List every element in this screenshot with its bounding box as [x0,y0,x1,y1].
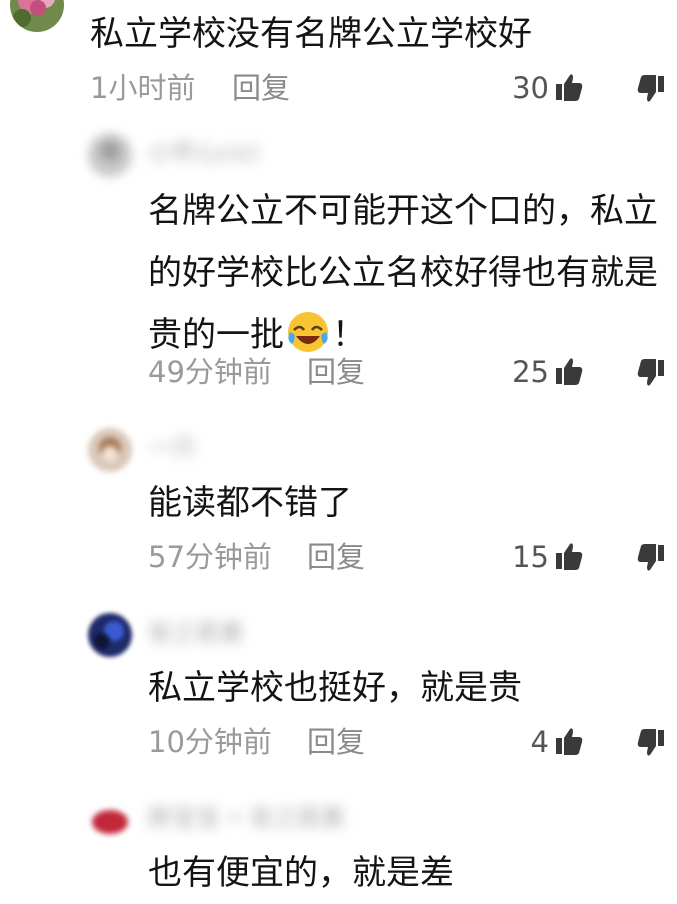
thumb-up-icon[interactable] [555,356,583,386]
reply-button[interactable]: 回复 [232,68,290,108]
comment-time: 57分钟前 [148,540,272,574]
like-count: 4 [530,725,549,759]
comment-meta: 49分钟前 回复 25 [0,352,677,392]
username[interactable]: 小乔心cici [148,139,260,167]
comment-item: 私立学校没有名牌公立学校好 1小时前 回复 30 [0,0,677,110]
avatar-image [88,428,132,472]
comment-meta: 1小时前 回复 30 [0,68,677,108]
comment-text: 能读都不错了 [148,483,352,523]
comment-text: 也有便宜的，就是差 [148,853,454,893]
comment-time: 10分钟前 [148,725,272,759]
thumb-down-icon[interactable] [637,74,665,104]
thumb-down-icon[interactable] [637,728,665,758]
comment-text: 私立学校也挺好，就是贵 [148,668,522,708]
avatar-image [88,798,132,842]
reply-item: 小乔心cici 名牌公立不可能开这个口的，私立 的好学校比公立名校好得也有就是 … [0,125,677,405]
thumb-up-icon[interactable] [555,541,583,571]
comment-text: 私立学校没有名牌公立学校好 [90,14,532,54]
avatar[interactable] [88,428,132,472]
avatar[interactable] [88,798,132,842]
avatar-image [88,133,132,177]
reply-item: 一只 能读都不错了 57分钟前 回复 15 [0,420,677,590]
thumb-down-icon[interactable] [637,543,665,573]
like-count: 25 [512,355,549,389]
avatar[interactable] [88,613,132,657]
comment-text: 名牌公立不可能开这个口的，私立 的好学校比公立名校好得也有就是 贵的一批 ！ [148,191,658,355]
comment-time: 49分钟前 [148,355,272,389]
thumb-down-icon[interactable] [637,358,665,388]
comment-meta: 10分钟前 回复 4 [0,722,677,762]
avatar[interactable] [88,133,132,177]
username[interactable]: 胖宝宝 • 安之若素 [148,804,345,832]
reply-item: 胖宝宝 • 安之若素 也有便宜的，就是差 [0,790,677,893]
username[interactable]: 安之若素 [148,619,244,647]
like-count: 15 [512,540,549,574]
like-count: 30 [512,71,549,105]
reply-button[interactable]: 回复 [307,722,365,762]
avatar-image [88,613,132,657]
thumb-up-icon[interactable] [555,726,583,756]
thumb-up-icon[interactable] [555,72,583,102]
comment-meta: 57分钟前 回复 15 [0,537,677,577]
username[interactable]: 一只 [148,434,196,462]
comment-time: 1小时前 [90,71,196,105]
reply-button[interactable]: 回复 [307,352,365,392]
reply-item: 安之若素 私立学校也挺好，就是贵 10分钟前 回复 4 [0,605,677,775]
flower-avatar-image [10,0,64,32]
reply-button[interactable]: 回复 [307,537,365,577]
laughing-crying-emoji-icon [288,312,328,352]
avatar[interactable] [10,0,64,32]
